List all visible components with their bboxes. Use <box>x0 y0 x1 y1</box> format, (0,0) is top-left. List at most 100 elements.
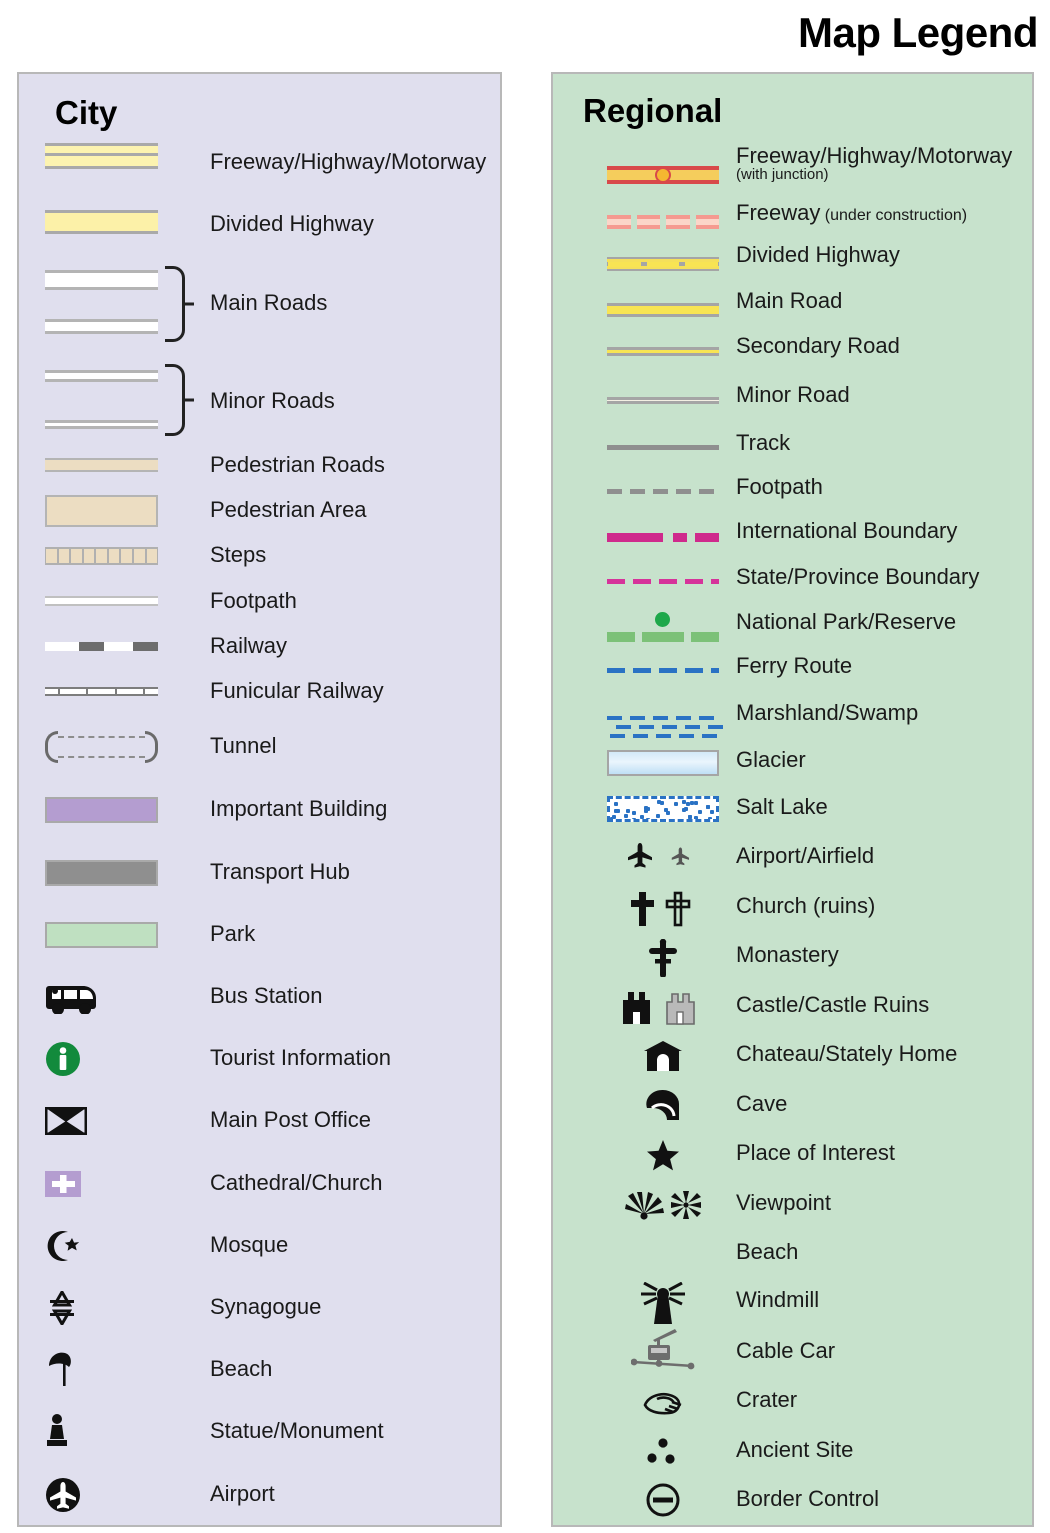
church-cross-icon-swatch-graphic <box>45 1171 195 1197</box>
legend-item-label-text: Freeway <box>736 200 821 225</box>
legend-item-label-text: Salt Lake <box>736 794 828 819</box>
international-boundary-swatch-graphic <box>593 533 733 542</box>
legend-item-label: Freeway/Highway/Motorway (with junction) <box>736 144 1012 183</box>
legend-item-label: Chateau/Stately Home <box>736 1042 957 1065</box>
viewpoint-icon-graphic <box>593 1188 733 1222</box>
castle-icon-graphic <box>593 988 733 1026</box>
legend-item-label: Cave <box>736 1092 787 1115</box>
legend-item-label: Mosque <box>210 1232 289 1257</box>
legend-item-label-text: Airport/Airfield <box>736 843 875 868</box>
regional-freeway-swatch-graphic <box>593 166 733 184</box>
legend-item-label-text: Viewpoint <box>736 1190 831 1215</box>
church-ruins-icon-graphic <box>593 890 733 928</box>
legend-item-label: Secondary Road <box>736 334 900 357</box>
legend-item-label-text: Ferry Route <box>736 653 853 678</box>
legend-item-label: Castle/Castle Ruins <box>736 993 929 1016</box>
info-icon-swatch-graphic <box>45 1041 195 1077</box>
legend-item-label: Border Control <box>736 1487 879 1510</box>
national-park-swatch-graphic <box>593 612 733 642</box>
legend-item-label-text: Minor Road <box>736 382 850 407</box>
legend-item-label-text: Crater <box>736 1387 798 1412</box>
city-panel-heading: City <box>55 94 118 131</box>
page-title: Map Legend <box>797 9 1039 56</box>
legend-item-label: Transport Hub <box>210 859 350 884</box>
legend-item-label: State/Province Boundary <box>736 565 979 588</box>
secondary-road-swatch-graphic <box>593 347 733 356</box>
park-swatch-swatch-graphic <box>45 922 195 948</box>
legend-item-label: Footpath <box>210 588 297 613</box>
legend-item-label: Freeway/Highway/Motorway <box>210 149 487 174</box>
regional-footpath-swatch-graphic <box>593 489 733 494</box>
regional-minor-road-swatch-graphic <box>593 397 733 404</box>
funicular-railway-swatch-swatch-graphic <box>45 687 195 696</box>
legend-item-label-text: Place of Interest <box>736 1140 895 1165</box>
chateau-icon-graphic <box>593 1040 733 1072</box>
railway-swatch-swatch-graphic <box>45 642 195 651</box>
legend-item-label-text: National Park/Reserve <box>736 609 957 634</box>
legend-item-label: Freeway (under construction) <box>736 201 967 225</box>
legend-item-label: Glacier <box>736 748 806 771</box>
legend-item-label: Statue/Monument <box>210 1418 384 1443</box>
legend-item-sublabel: (under construction) <box>820 207 968 224</box>
legend-item-label: Crater <box>736 1388 797 1411</box>
grouping-brace <box>165 364 185 436</box>
tunnel-swatch-swatch-graphic <box>45 729 195 765</box>
regional-legend-panel: Regional Freeway/Highway/Motorway (with j… <box>551 72 1034 1527</box>
pedestrian-area-swatch-swatch-graphic <box>45 495 195 527</box>
legend-item-label: Railway <box>210 633 288 658</box>
transport-hub-swatch-swatch-graphic <box>45 860 195 886</box>
beach-umbrella-icon-swatch-graphic <box>45 1351 195 1387</box>
legend-item-label: Park <box>210 921 256 946</box>
legend-item-label-text: Castle/Castle Ruins <box>736 992 930 1017</box>
state-boundary-swatch-graphic <box>593 579 733 584</box>
star-of-david-icon-swatch-graphic <box>45 1291 195 1325</box>
legend-item-label-text: Cable Car <box>736 1338 836 1363</box>
legend-item-label: Track <box>736 431 790 454</box>
legend-item-label-text: Freeway/Highway/Motorway <box>736 143 1013 168</box>
legend-item-label-text: Chateau/Stately Home <box>736 1041 958 1066</box>
legend-item-label: Steps <box>210 542 267 567</box>
crater-icon-graphic <box>593 1390 733 1416</box>
legend-item-label: Windmill <box>736 1288 819 1311</box>
monastery-cross-icon-graphic <box>593 939 733 977</box>
legend-item-label-text: Secondary Road <box>736 333 900 358</box>
legend-item-label: Airport/Airfield <box>736 844 874 867</box>
legend-item-label-text: Glacier <box>736 747 806 772</box>
important-building-swatch-swatch-graphic <box>45 797 195 823</box>
windmill-icon-graphic <box>593 1282 733 1324</box>
legend-item-label: Viewpoint <box>736 1191 831 1214</box>
legend-item-label: Beach <box>210 1356 273 1381</box>
legend-item-label-text: Track <box>736 430 791 455</box>
star-and-crescent-icon-swatch-graphic <box>45 1229 195 1263</box>
legend-item-label: Monastery <box>736 943 839 966</box>
glacier-swatch-graphic <box>593 750 733 776</box>
legend-item-label: Funicular Railway <box>210 678 384 703</box>
legend-item-label: Important Building <box>210 796 388 821</box>
legend-item-label-text: Footpath <box>736 474 823 499</box>
legend-item-label: National Park/Reserve <box>736 610 956 633</box>
legend-item-label: Divided Highway <box>210 211 374 236</box>
steps-swatch-swatch-graphic <box>45 547 195 565</box>
airplane-circle-icon-swatch-graphic <box>45 1477 195 1513</box>
ferry-route-swatch-graphic <box>593 668 733 673</box>
grouping-brace <box>165 266 185 342</box>
legend-item-label-text: Monastery <box>736 942 839 967</box>
salt-lake-swatch-graphic <box>593 796 733 822</box>
regional-panel-heading: Regional <box>583 92 723 129</box>
legend-item-label: Ferry Route <box>736 654 852 677</box>
beach-umbrella-icon-graphic <box>593 1235 733 1247</box>
statue-icon-swatch-graphic <box>45 1413 195 1449</box>
track-swatch-graphic <box>593 445 733 450</box>
legend-item-label: Pedestrian Area <box>210 497 367 522</box>
legend-item-label: Marshland/Swamp <box>736 701 918 724</box>
legend-item-label: Tunnel <box>210 733 277 758</box>
freeway-swatch-swatch-graphic <box>45 143 195 169</box>
regional-divided-highway-swatch-graphic <box>593 257 733 271</box>
legend-item-label-text: Cave <box>736 1091 788 1116</box>
ancient-site-icon-graphic <box>593 1436 733 1466</box>
legend-item-label-text: Main Road <box>736 288 843 313</box>
legend-item-label: Church (ruins) <box>736 894 875 917</box>
legend-item-label: Beach <box>736 1240 798 1263</box>
star-icon-graphic <box>593 1139 733 1171</box>
legend-item-label: Minor Road <box>736 383 850 406</box>
